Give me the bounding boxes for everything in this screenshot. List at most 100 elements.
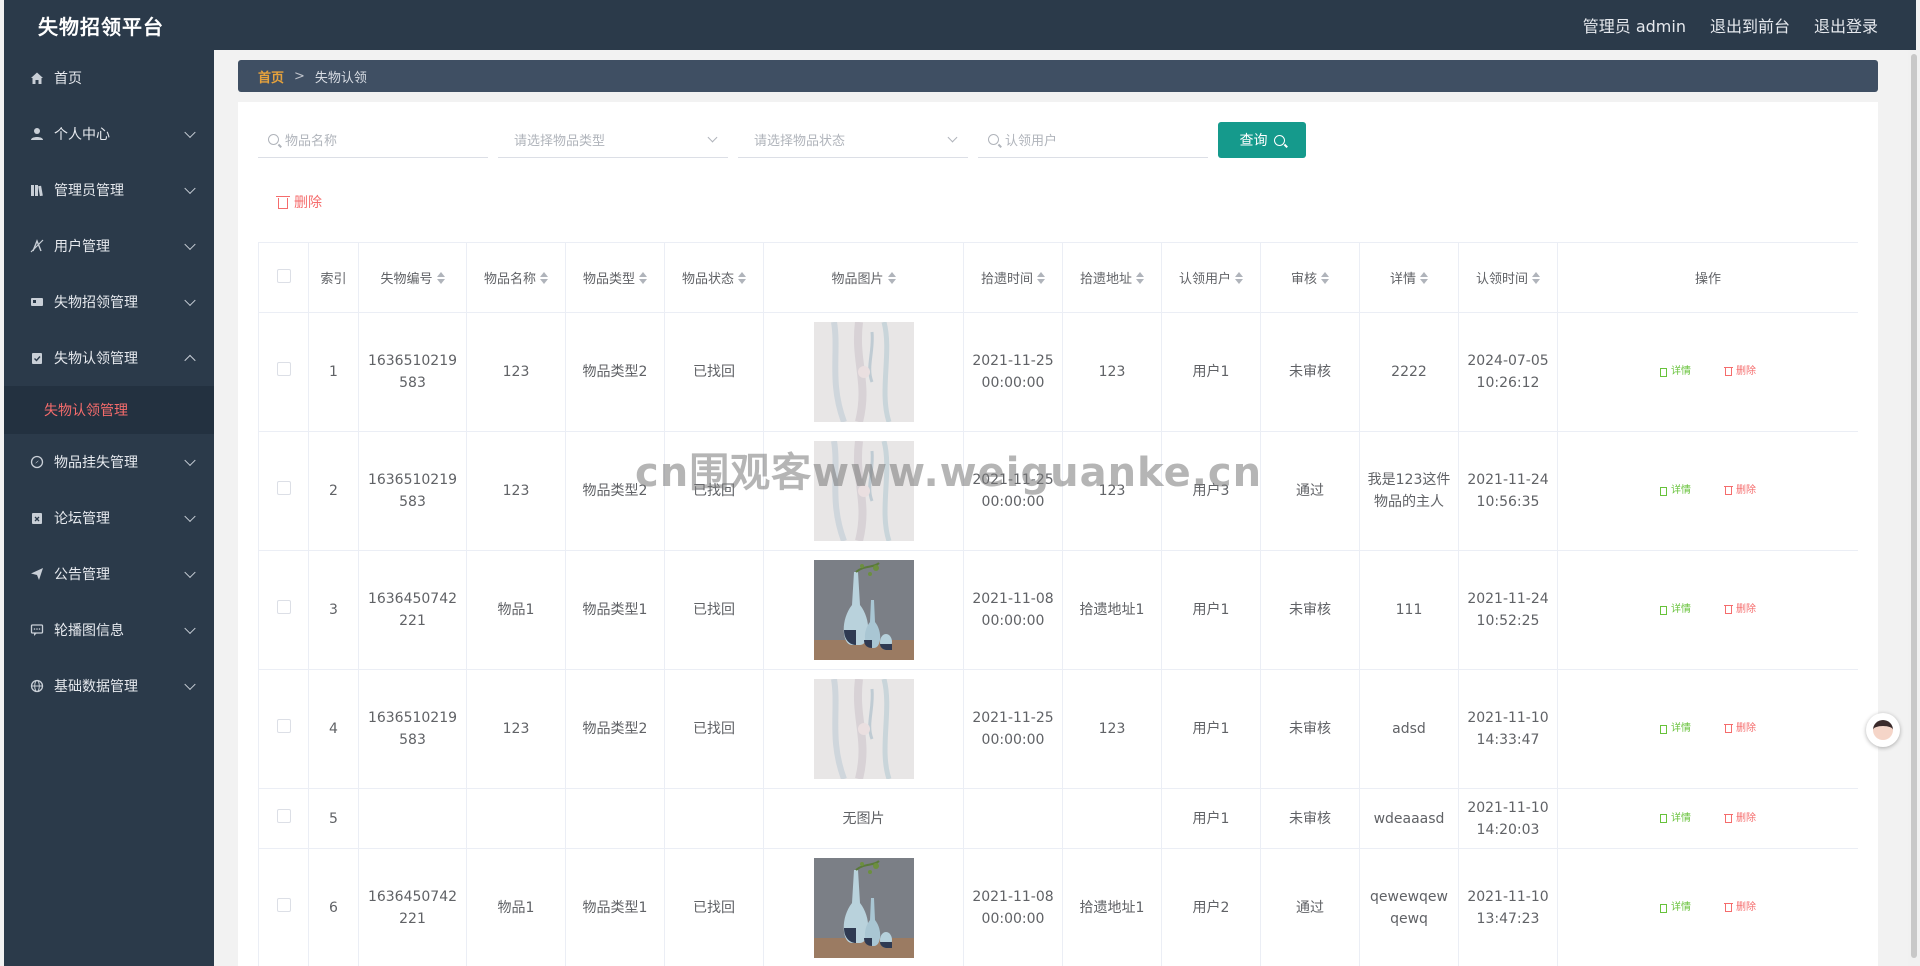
cell-audit: 未审核 [1260,312,1360,432]
delete-label: 删除 [1736,485,1756,496]
header-code[interactable]: 失物编号 [358,242,467,313]
sidebar-item-basic-data[interactable]: 基础数据管理 [4,658,214,714]
cell-value: 2021-11-10 14:20:03 [1467,799,1549,838]
sidebar-item-label: 失物认领管理 [54,351,138,367]
sidebar: 首页 个人中心 管理员管理 用户管理 失物招领管理 失物认领管理 失物认领管理 … [4,50,214,966]
item-status-select[interactable]: 请选择物品状态 [738,122,968,158]
sort-icon[interactable] [436,271,445,284]
sidebar-item-users[interactable]: 用户管理 [4,218,214,274]
detail-button[interactable]: 详情 [1660,897,1691,919]
cell-image [763,848,964,966]
cell-claim-time: 2021-11-10 13:47:23 [1458,848,1558,966]
sort-icon[interactable] [887,271,896,284]
sidebar-subitem-claim[interactable]: 失物认领管理 [4,386,214,434]
row-checkbox[interactable] [276,362,291,376]
cell-value: 我是123这件物品的主人 [1367,472,1451,510]
header-detail[interactable]: 详情 [1359,242,1459,313]
select-all-checkbox[interactable] [276,268,291,283]
delete-button[interactable]: 删除 [1724,718,1756,740]
cell-name: 物品1 [466,848,566,966]
scrollbar-thumb[interactable] [1911,54,1917,958]
breadcrumb-home[interactable]: 首页 [258,67,284,86]
sort-icon[interactable] [1037,271,1045,284]
sidebar-item-forum[interactable]: 论坛管理 [4,490,214,546]
sort-icon[interactable] [1420,271,1428,284]
sidebar-item-personal[interactable]: 个人中心 [4,106,214,162]
logout-link[interactable]: 退出登录 [1814,13,1878,37]
header-actions: 管理员 admin 退出到前台 退出登录 [1583,13,1916,37]
detail-button[interactable]: 详情 [1660,599,1691,621]
header-actions: 操作 [1557,242,1858,313]
cell-address: 123 [1062,312,1162,432]
cell-actions: 详情 删除 [1557,848,1858,966]
header-name[interactable]: 物品名称 [466,242,566,313]
globe-icon [28,679,46,693]
front-link[interactable]: 退出到前台 [1710,13,1790,37]
item-type-select[interactable]: 请选择物品类型 [498,122,728,158]
content-panel: 物品名称 请选择物品类型 请选择物品状态 认领用户 查询 删除 索引 失物编号 … [238,102,1878,966]
detail-button[interactable]: 详情 [1660,480,1691,502]
delete-button[interactable]: 删除 [1724,599,1756,621]
cell-value: 123 [1098,483,1126,499]
cell-value: 已找回 [693,900,735,916]
document-icon [1660,903,1667,913]
assistant-avatar[interactable] [1866,713,1900,747]
table-row: 2 1636510219583 123 物品类型2 已找回 2021-11-25 00:0… [258,431,1858,551]
header-audit[interactable]: 审核 [1260,242,1360,313]
cell-value: 123 [502,364,530,380]
delete-label: 删除 [1736,604,1756,615]
cell-user: 用户3 [1161,431,1261,551]
query-button[interactable]: 查询 [1218,122,1306,158]
header-type[interactable]: 物品类型 [565,242,665,313]
sidebar-item-label: 论坛管理 [54,511,110,527]
row-checkbox[interactable] [276,898,291,912]
delete-button[interactable]: 删除 [1724,808,1756,830]
detail-button[interactable]: 详情 [1660,808,1691,830]
sidebar-item-carousel[interactable]: 轮播图信息 [4,602,214,658]
sort-icon[interactable] [1136,271,1144,284]
compass-icon [28,455,46,469]
delete-button[interactable]: 删除 [1724,480,1756,502]
cell-claim-time: 2021-11-24 10:56:35 [1458,431,1558,551]
page-scrollbar[interactable] [1908,50,1920,966]
sidebar-item-admin[interactable]: 管理员管理 [4,162,214,218]
sidebar-item-notice[interactable]: 公告管理 [4,546,214,602]
row-checkbox[interactable] [276,719,291,733]
row-checkbox[interactable] [276,808,291,823]
row-checkbox[interactable] [276,600,291,614]
header-status[interactable]: 物品状态 [664,242,764,313]
sort-icon[interactable] [738,271,746,284]
chevron-down-icon [184,126,196,139]
row-checkbox[interactable] [276,481,291,495]
header-address[interactable]: 拾遗地址 [1062,242,1162,313]
sidebar-item-home[interactable]: 首页 [4,50,214,106]
detail-button[interactable]: 详情 [1660,361,1691,383]
bulk-delete-button[interactable]: 删除 [276,192,322,212]
detail-button[interactable]: 详情 [1660,718,1691,740]
delete-button[interactable]: 删除 [1724,361,1756,383]
header-time[interactable]: 拾遗时间 [963,242,1063,313]
delete-button[interactable]: 删除 [1724,897,1756,919]
sort-icon[interactable] [639,271,647,284]
table-row: 6 1636450742221 物品1 物品类型1 已找回 2021-11-08 00:0… [258,848,1858,966]
header-claim-time[interactable]: 认领时间 [1458,242,1558,313]
sort-icon[interactable] [540,271,548,284]
sort-icon[interactable] [1235,271,1243,284]
sidebar-item-claim[interactable]: 失物认领管理 [4,330,214,386]
cell-actions: 详情 删除 [1557,312,1858,432]
delete-label: 删除 [1736,812,1756,824]
cell-value: 2222 [1391,364,1427,380]
sort-icon[interactable] [1532,271,1540,284]
header-image[interactable]: 物品图片 [763,242,964,313]
cell-value: 物品1 [497,900,535,916]
sort-icon[interactable] [1321,271,1329,284]
claim-user-input[interactable]: 认领用户 [978,122,1208,158]
cell-status: 已找回 [664,431,764,551]
header-user[interactable]: 认领用户 [1161,242,1261,313]
cell-user: 用户2 [1161,848,1261,966]
sidebar-item-lost-found[interactable]: 失物招领管理 [4,274,214,330]
item-name-input[interactable]: 物品名称 [258,122,488,158]
sidebar-item-label: 个人中心 [54,127,110,143]
query-label: 查询 [1239,133,1268,149]
sidebar-item-loss-report[interactable]: 物品挂失管理 [4,434,214,490]
